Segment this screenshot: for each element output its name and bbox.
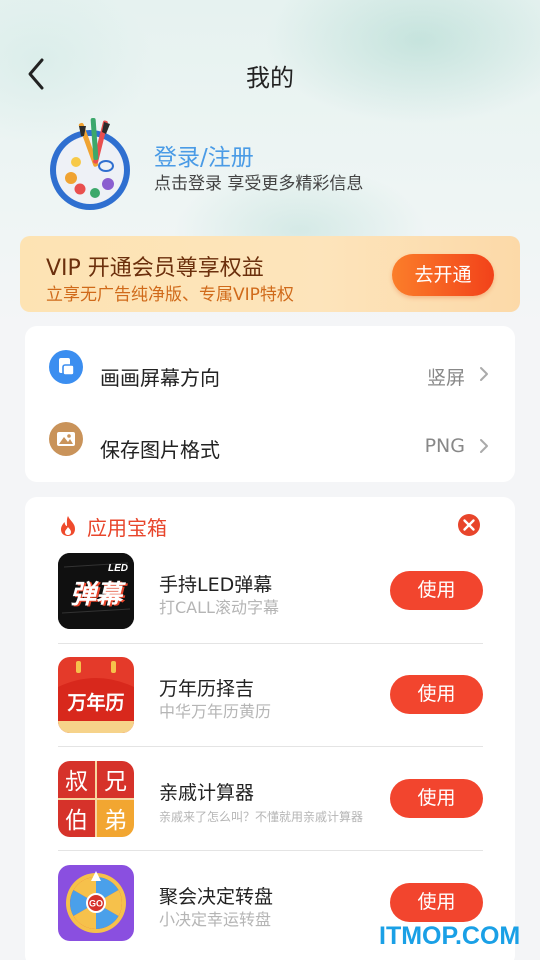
- app-desc: 中华万年历黄历: [159, 702, 272, 721]
- led-icon-text: 弹幕: [70, 580, 126, 610]
- chevron-right-icon: [480, 439, 488, 453]
- setting-value: PNG: [424, 435, 465, 457]
- vip-title: VIP 开通会员尊享权益: [46, 256, 264, 281]
- app-name: 亲戚计算器: [159, 782, 255, 804]
- image-icon: [49, 422, 83, 456]
- use-button[interactable]: 使用: [390, 675, 483, 714]
- led-badge-text: LED: [108, 563, 128, 574]
- setting-label: 画画屏幕方向: [100, 366, 220, 390]
- setting-screen-orientation[interactable]: 画画屏幕方向 竖屏: [25, 332, 515, 404]
- app-name: 聚会决定转盘: [159, 886, 274, 908]
- calendar-app-icon: 万年历: [58, 657, 134, 733]
- close-icon[interactable]: [457, 513, 481, 537]
- vip-banner[interactable]: VIP 开通会员尊享权益 立享无广告纯净版、专属VIP特权 去开通: [20, 236, 520, 312]
- divider: [58, 746, 483, 747]
- app-name: 手持LED弹幕: [159, 574, 273, 596]
- divider: [58, 643, 483, 644]
- icon-char: 伯: [65, 808, 88, 834]
- palette-avatar-icon[interactable]: [46, 118, 134, 212]
- screen-rotate-icon: [49, 350, 83, 384]
- chevron-right-icon: [480, 367, 488, 381]
- login-subtitle: 点击登录 享受更多精彩信息: [154, 174, 364, 194]
- lucky-wheel-app-icon: GO: [58, 865, 134, 941]
- vip-open-button[interactable]: 去开通: [392, 254, 494, 296]
- use-button[interactable]: 使用: [390, 571, 483, 610]
- use-button[interactable]: 使用: [390, 779, 483, 818]
- app-item-led-danmu[interactable]: LED 弹幕 弹幕 手持LED弹幕 打CALL滚动字幕 使用: [25, 553, 515, 657]
- vip-subtitle: 立享无广告纯净版、专属VIP特权: [46, 285, 294, 305]
- relative-calculator-app-icon: 叔 兄 伯 弟: [58, 761, 134, 837]
- icon-char: 叔: [65, 769, 88, 795]
- flame-icon: [61, 516, 75, 536]
- wheel-go-text: GO: [89, 899, 103, 909]
- app-box-title: 应用宝箱: [87, 516, 167, 540]
- app-desc: 小决定幸运转盘: [159, 910, 272, 929]
- setting-image-format[interactable]: 保存图片格式 PNG: [25, 404, 515, 476]
- page-title: 我的: [246, 64, 294, 92]
- led-danmu-app-icon: LED 弹幕 弹幕: [58, 553, 134, 629]
- setting-value: 竖屏: [426, 367, 465, 389]
- divider: [58, 850, 483, 851]
- setting-label: 保存图片格式: [100, 438, 220, 462]
- app-desc: 打CALL滚动字幕: [159, 598, 279, 617]
- icon-char: 兄: [104, 769, 127, 795]
- calendar-icon-text: 万年历: [66, 691, 124, 714]
- top-bar: 我的: [0, 44, 540, 104]
- app-name: 万年历择吉: [159, 678, 255, 700]
- watermark-text: ITMOP.COM: [379, 922, 521, 950]
- settings-card: 画画屏幕方向 竖屏 保存图片格式 PNG: [25, 326, 515, 482]
- app-box-card: 应用宝箱 LED 弹幕 弹幕 手持LED弹幕 打CALL滚动字幕 使用 万年历 …: [25, 497, 515, 960]
- use-button[interactable]: 使用: [390, 883, 483, 922]
- login-register-link[interactable]: 登录/注册: [154, 138, 254, 172]
- icon-char: 弟: [104, 808, 127, 834]
- app-desc: 亲戚来了怎么叫？不懂就用亲戚计算器: [159, 810, 364, 824]
